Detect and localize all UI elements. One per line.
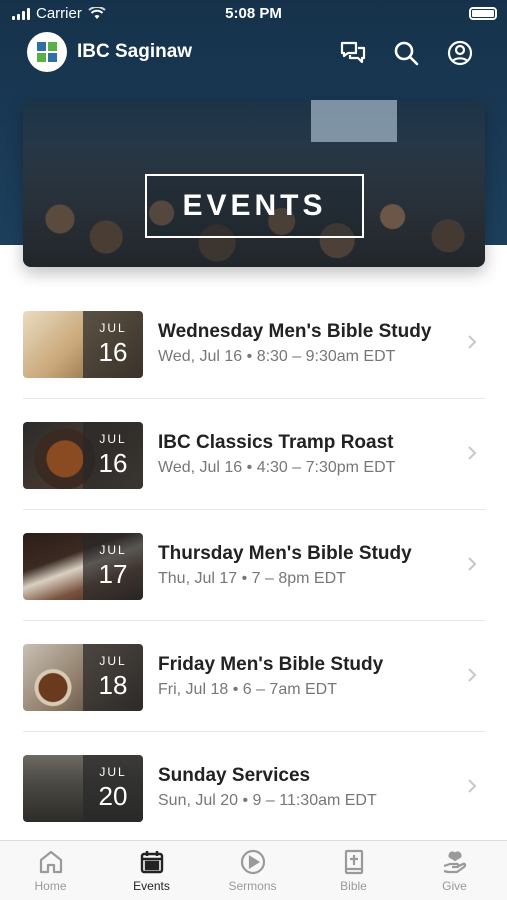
event-subtitle: Thu, Jul 17 • 7 – 8pm EDT xyxy=(158,570,346,587)
event-date-badge: JUL 18 xyxy=(83,644,143,711)
search-icon[interactable] xyxy=(391,38,421,68)
events-banner: EVENTS xyxy=(23,100,485,267)
event-title: Thursday Men's Bible Study xyxy=(158,543,412,564)
calendar-icon xyxy=(140,851,163,874)
tab-events-label: Events xyxy=(133,879,170,893)
event-date-badge: JUL 17 xyxy=(83,533,143,600)
event-date-badge: JUL 20 xyxy=(83,755,143,822)
event-item[interactable]: JUL 16 IBC Classics Tramp Roast Wed, Jul… xyxy=(23,399,485,510)
battery-icon xyxy=(469,7,497,20)
event-day: 20 xyxy=(98,781,128,811)
banner-label: EVENTS xyxy=(145,174,364,238)
banner-stage-screen xyxy=(311,100,397,142)
event-title: Sunday Services xyxy=(158,765,311,786)
event-title: IBC Classics Tramp Roast xyxy=(158,432,394,453)
tab-events[interactable]: Events xyxy=(101,841,202,900)
event-item[interactable]: JUL 17 Thursday Men's Bible Study Thu, J… xyxy=(23,510,485,621)
app-header: IBC Saginaw xyxy=(0,30,507,76)
chevron-right-icon xyxy=(468,446,477,460)
event-thumbnail: JUL 18 xyxy=(23,644,143,711)
chevron-right-icon xyxy=(468,779,477,793)
chevron-right-icon xyxy=(468,335,477,349)
event-item[interactable]: JUL 18 Friday Men's Bible Study Fri, Jul… xyxy=(23,621,485,732)
church-logo[interactable] xyxy=(27,32,67,72)
chevron-right-icon xyxy=(468,557,477,571)
tab-sermons-label: Sermons xyxy=(228,879,277,893)
profile-icon[interactable] xyxy=(445,38,475,68)
event-day: 18 xyxy=(98,670,128,700)
bible-icon xyxy=(344,849,363,875)
tab-bar: Home Events Sermons Bible Give xyxy=(0,840,507,900)
messages-icon[interactable] xyxy=(338,38,368,68)
give-hand-icon xyxy=(443,851,466,874)
event-subtitle: Wed, Jul 16 • 4:30 – 7:30pm EDT xyxy=(158,459,396,476)
app-title: IBC Saginaw xyxy=(77,41,193,62)
tab-sermons[interactable]: Sermons xyxy=(202,841,303,900)
tab-bible-label: Bible xyxy=(340,879,367,893)
event-month: JUL xyxy=(99,765,127,779)
event-title: Friday Men's Bible Study xyxy=(158,654,384,675)
event-title: Wednesday Men's Bible Study xyxy=(158,321,432,342)
event-day: 17 xyxy=(98,559,128,589)
event-subtitle: Sun, Jul 20 • 9 – 11:30am EDT xyxy=(158,792,377,809)
event-date-badge: JUL 16 xyxy=(83,422,143,489)
play-circle-icon xyxy=(240,849,265,875)
event-thumbnail: JUL 17 xyxy=(23,533,143,600)
event-month: JUL xyxy=(99,432,127,446)
event-date-badge: JUL 16 xyxy=(83,311,143,378)
event-item[interactable]: JUL 20 Sunday Services Sun, Jul 20 • 9 –… xyxy=(23,732,485,843)
event-day: 16 xyxy=(98,337,128,367)
event-thumbnail: JUL 16 xyxy=(23,311,143,378)
event-month: JUL xyxy=(99,654,127,668)
status-time: 5:08 PM xyxy=(225,5,282,22)
tab-home[interactable]: Home xyxy=(0,841,101,900)
tab-home-label: Home xyxy=(34,879,67,893)
chevron-right-icon xyxy=(468,668,477,682)
event-month: JUL xyxy=(99,321,127,335)
event-month: JUL xyxy=(99,543,127,557)
event-subtitle: Wed, Jul 16 • 8:30 – 9:30am EDT xyxy=(158,348,396,365)
tab-give-label: Give xyxy=(442,879,467,893)
tab-give[interactable]: Give xyxy=(404,841,505,900)
event-thumbnail: JUL 16 xyxy=(23,422,143,489)
events-list: JUL 16 Wednesday Men's Bible Study Wed, … xyxy=(23,288,485,843)
logo-mark xyxy=(37,42,57,62)
home-icon xyxy=(39,850,62,874)
event-thumbnail: JUL 20 xyxy=(23,755,143,822)
event-item[interactable]: JUL 16 Wednesday Men's Bible Study Wed, … xyxy=(23,288,485,399)
event-day: 16 xyxy=(98,448,128,478)
event-subtitle: Fri, Jul 18 • 6 – 7am EDT xyxy=(158,681,337,698)
tab-bible[interactable]: Bible xyxy=(303,841,404,900)
status-bar: Carrier 5:08 PM xyxy=(0,0,507,28)
